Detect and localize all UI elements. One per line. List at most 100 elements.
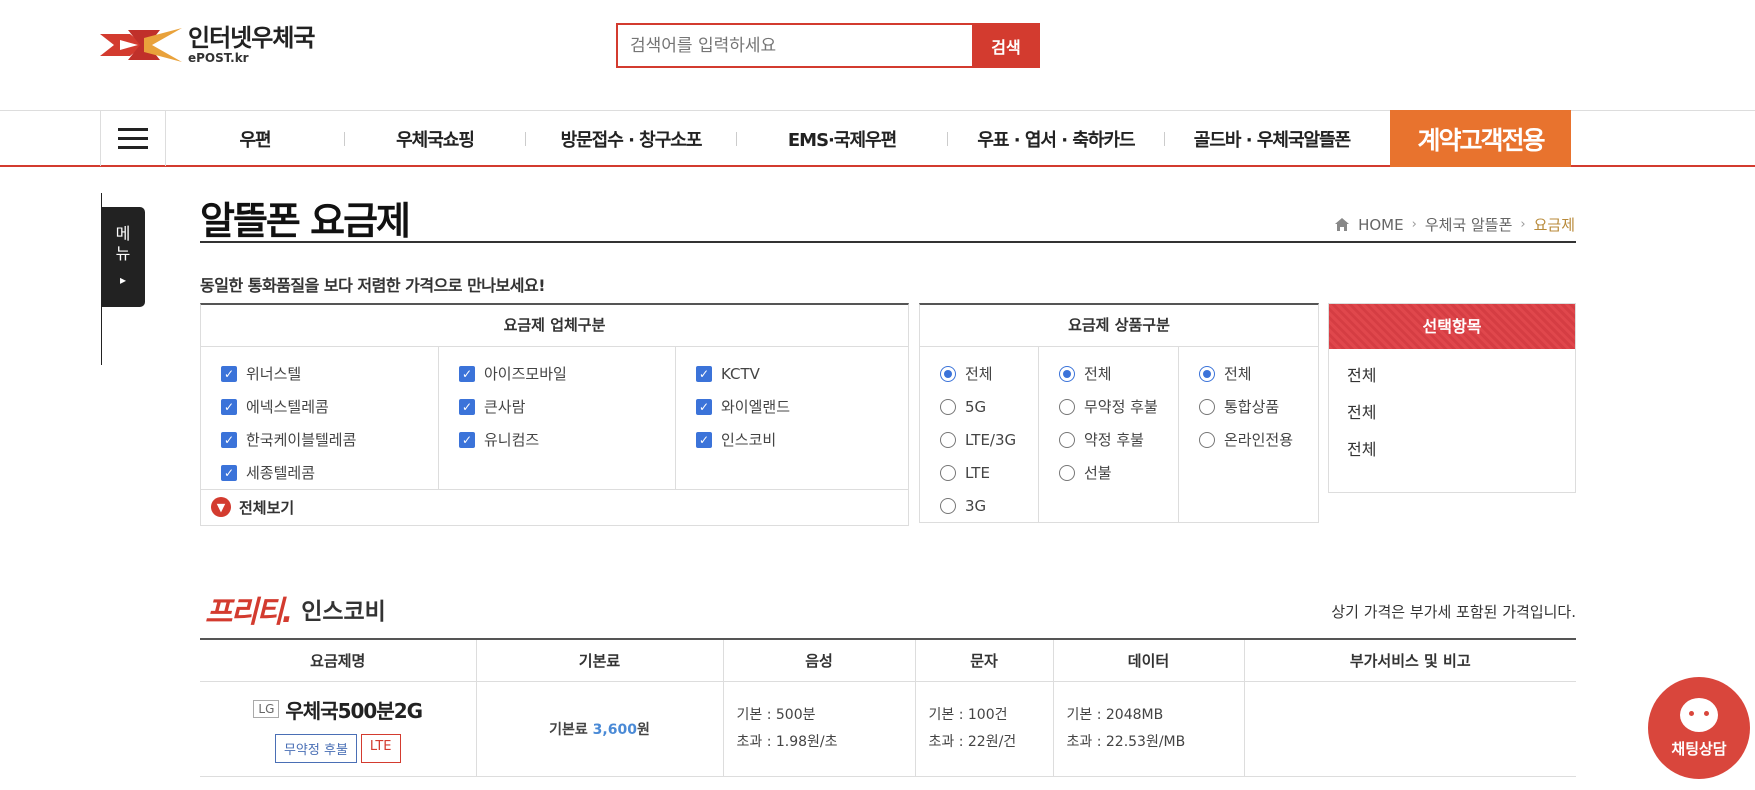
network-tag: LTE bbox=[360, 733, 401, 763]
product-type-option[interactable]: 전체 bbox=[1199, 357, 1318, 390]
data-base: 기본 : 2048MB bbox=[1066, 706, 1164, 723]
checkbox-checked-icon[interactable]: ✓ bbox=[459, 431, 475, 448]
home-icon bbox=[1335, 218, 1350, 231]
radio-icon[interactable] bbox=[1199, 398, 1215, 415]
chevron-right-icon: › bbox=[1520, 217, 1526, 232]
network-option[interactable]: 전체 bbox=[940, 357, 1038, 390]
radio-icon[interactable] bbox=[1059, 398, 1075, 415]
table-row[interactable]: LG 우체국500분2G 무약정 후불 LTE 기본료 3,600원 기본 : 5… bbox=[200, 681, 1576, 777]
carrier-option[interactable]: ✓ 위너스텔 bbox=[221, 357, 438, 390]
radio-icon[interactable] bbox=[940, 497, 956, 514]
option-label: LTE bbox=[965, 463, 990, 482]
carrier-option[interactable]: ✓ 인스코비 bbox=[696, 423, 908, 456]
checkbox-checked-icon[interactable]: ✓ bbox=[459, 398, 475, 415]
product-filter-title: 요금제 상품구분 bbox=[920, 305, 1318, 347]
note-cell bbox=[1244, 681, 1576, 777]
nav-item-goldbar[interactable]: 골드바 · 우체국알뜰폰 bbox=[1165, 126, 1379, 152]
data-cell: 기본 : 2048MB 초과 : 22.53원/MB bbox=[1053, 681, 1245, 777]
voice-over: 초과 : 1.98원/초 bbox=[736, 733, 838, 750]
radio-icon[interactable] bbox=[1059, 464, 1075, 481]
search-input[interactable] bbox=[616, 23, 972, 68]
option-label: LTE/3G bbox=[965, 430, 1017, 449]
breadcrumb-home[interactable]: HOME bbox=[1358, 216, 1404, 234]
nav-item-ems[interactable]: EMS·국제우편 bbox=[737, 126, 947, 152]
checkbox-checked-icon[interactable]: ✓ bbox=[696, 398, 712, 415]
checkbox-checked-icon[interactable]: ✓ bbox=[221, 431, 237, 448]
chat-consult-button[interactable]: 채팅상담 bbox=[1648, 677, 1750, 779]
product-type-option[interactable]: 통합상품 bbox=[1199, 390, 1318, 423]
option-label: 통합상품 bbox=[1224, 398, 1280, 416]
checkbox-checked-icon[interactable]: ✓ bbox=[696, 365, 712, 382]
carrier-option[interactable]: ✓ KCTV bbox=[696, 357, 908, 390]
pretty-logo: 프리티. bbox=[205, 595, 293, 630]
view-all-label: 전체보기 bbox=[239, 498, 295, 517]
search-button[interactable]: 검색 bbox=[972, 23, 1040, 68]
network-option[interactable]: 5G bbox=[940, 390, 1038, 423]
radio-selected-icon[interactable] bbox=[1059, 365, 1075, 382]
carrier-badge: LG bbox=[253, 700, 280, 718]
epost-logo-icon bbox=[100, 24, 182, 66]
nav-item-parcel[interactable]: 방문접수 · 창구소포 bbox=[526, 126, 736, 152]
breadcrumb: HOME › 우체국 알뜰폰 › 요금제 bbox=[1334, 214, 1575, 235]
data-over: 초과 : 22.53원/MB bbox=[1066, 733, 1186, 750]
hamburger-menu-icon[interactable] bbox=[100, 111, 166, 166]
radio-icon[interactable] bbox=[940, 431, 956, 448]
carrier-option[interactable]: ✓ 유니컴즈 bbox=[459, 423, 675, 456]
radio-icon[interactable] bbox=[940, 398, 956, 415]
side-menu-label-2: 뉴 bbox=[115, 244, 131, 263]
checkbox-checked-icon[interactable]: ✓ bbox=[221, 464, 237, 481]
col-header-sms: 문자 bbox=[915, 639, 1054, 682]
radio-icon[interactable] bbox=[940, 464, 956, 481]
checkbox-checked-icon[interactable]: ✓ bbox=[459, 365, 475, 382]
checkbox-checked-icon[interactable]: ✓ bbox=[221, 398, 237, 415]
contract-customer-button[interactable]: 계약고객전용 bbox=[1390, 110, 1571, 167]
option-label: 온라인전용 bbox=[1224, 431, 1294, 449]
option-label: 와이엘랜드 bbox=[721, 398, 791, 416]
contract-type-option[interactable]: 약정 후불 bbox=[1059, 423, 1178, 456]
selection-item: 전체 bbox=[1347, 440, 1377, 459]
contract-tag: 무약정 후불 bbox=[274, 733, 357, 763]
fee-cell: 기본료 3,600원 bbox=[476, 681, 724, 777]
network-option[interactable]: LTE/3G bbox=[940, 423, 1038, 456]
network-option[interactable]: 3G bbox=[940, 489, 1038, 522]
plan-name-cell: LG 우체국500분2G 무약정 후불 LTE bbox=[200, 681, 477, 777]
contract-type-option[interactable]: 무약정 후불 bbox=[1059, 390, 1178, 423]
radio-icon[interactable] bbox=[1199, 431, 1215, 448]
table-header-row: 요금제명 기본료 음성 문자 데이터 부가서비스 및 비고 bbox=[200, 639, 1576, 682]
plan-name[interactable]: 우체국500분2G bbox=[285, 699, 423, 723]
product-type-option[interactable]: 온라인전용 bbox=[1199, 423, 1318, 456]
nav-item-post[interactable]: 우편 bbox=[166, 126, 344, 152]
option-label: KCTV bbox=[721, 364, 760, 383]
view-all-button[interactable]: ▼ 전체보기 bbox=[201, 489, 908, 524]
checkbox-checked-icon[interactable]: ✓ bbox=[221, 365, 237, 382]
network-option[interactable]: LTE bbox=[940, 456, 1038, 489]
col-header-extra: 부가서비스 및 비고 bbox=[1244, 639, 1576, 682]
brand-header: 프리티. 인스코비 bbox=[205, 587, 386, 631]
chevron-right-icon: › bbox=[1411, 217, 1417, 232]
side-menu-tab[interactable]: 메 뉴 ▸ bbox=[101, 207, 145, 307]
radio-icon[interactable] bbox=[1059, 431, 1075, 448]
contract-type-option[interactable]: 전체 bbox=[1059, 357, 1178, 390]
carrier-option[interactable]: ✓ 아이즈모바일 bbox=[459, 357, 675, 390]
radio-selected-icon[interactable] bbox=[1199, 365, 1215, 382]
option-label: 전체 bbox=[1084, 365, 1112, 383]
carrier-option[interactable]: ✓ 에넥스텔레콤 bbox=[221, 390, 438, 423]
selection-title: 선택항목 bbox=[1329, 304, 1575, 349]
chat-agent-icon bbox=[1680, 697, 1718, 732]
col-header-fee: 기본료 bbox=[476, 639, 724, 682]
contract-type-option[interactable]: 선불 bbox=[1059, 456, 1178, 489]
nav-item-shopping[interactable]: 우체국쇼핑 bbox=[345, 126, 525, 152]
nav-item-stamps[interactable]: 우표 · 엽서 · 축하카드 bbox=[948, 126, 1164, 152]
site-logo[interactable]: 인터넷우체국 ePOST.kr bbox=[100, 24, 315, 66]
radio-selected-icon[interactable] bbox=[940, 365, 956, 382]
product-filter-box: 요금제 상품구분 전체 5G LTE/3G LTE 3G 전체 무약정 후불 약… bbox=[919, 303, 1319, 523]
voice-base: 기본 : 500분 bbox=[736, 706, 816, 723]
page-subtitle: 동일한 통화품질을 보다 저렴한 가격으로 만나보세요! bbox=[200, 276, 546, 295]
carrier-option[interactable]: ✓ 세종텔레콤 bbox=[221, 456, 438, 489]
carrier-option[interactable]: ✓ 와이엘랜드 bbox=[696, 390, 908, 423]
page-title: 알뜰폰 요금제 bbox=[200, 199, 411, 243]
checkbox-checked-icon[interactable]: ✓ bbox=[696, 431, 712, 448]
carrier-option[interactable]: ✓ 한국케이블텔레콤 bbox=[221, 423, 438, 456]
breadcrumb-altteul[interactable]: 우체국 알뜰폰 bbox=[1425, 214, 1513, 235]
carrier-option[interactable]: ✓ 큰사람 bbox=[459, 390, 675, 423]
